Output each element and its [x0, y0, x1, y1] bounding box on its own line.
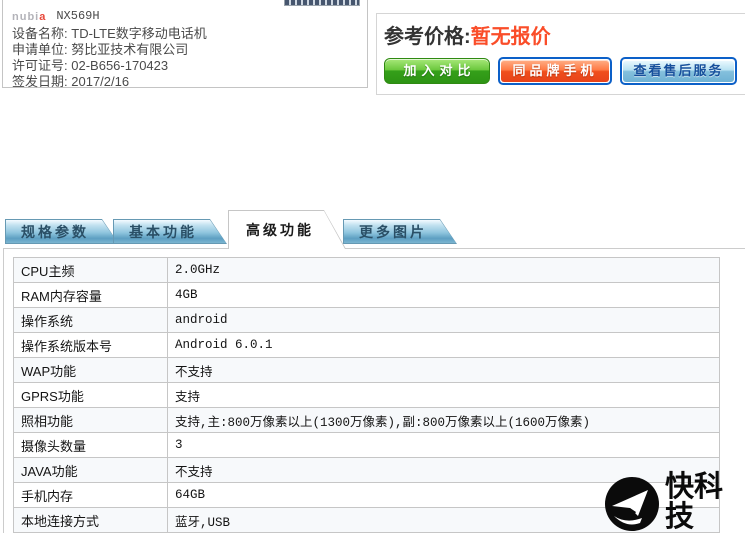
device-field-0: 设备名称: TD-LTE数字移动电话机: [12, 26, 357, 42]
spec-value: 2.0GHz: [168, 258, 720, 283]
table-row: WAP功能不支持: [14, 358, 720, 383]
price-panel: 参考价格:暂无报价 加入对比同品牌手机查看售后服务: [376, 13, 745, 95]
table-row: 摄像头数量3: [14, 433, 720, 458]
device-field-2: 许可证号: 02-B656-170423: [12, 58, 357, 74]
button-orange[interactable]: 同品牌手机: [498, 57, 612, 85]
kkj-watermark: 快科技 KKJ.CN: [604, 472, 745, 533]
tab-3-active[interactable]: 高级功能: [228, 210, 346, 249]
spec-label: 操作系统版本号: [14, 333, 168, 358]
spec-label: WAP功能: [14, 358, 168, 383]
tab-4[interactable]: 更多图片: [343, 219, 457, 244]
table-row: GPRS功能支持: [14, 383, 720, 408]
spec-label: 手机内存: [14, 483, 168, 508]
spec-label: CPU主频: [14, 258, 168, 283]
spec-label: 照相功能: [14, 408, 168, 433]
spec-value: 4GB: [168, 283, 720, 308]
table-row: 照相功能支持,主:800万像素以上(1300万像素),副:800万像素以上(16…: [14, 408, 720, 433]
action-buttons: 加入对比同品牌手机查看售后服务: [384, 57, 745, 85]
device-field-1: 申请单位: 努比亚技术有限公司: [12, 42, 357, 58]
paper-plane-icon: [604, 476, 660, 532]
price-value: 暂无报价: [471, 26, 551, 48]
table-row: 操作系统版本号Android 6.0.1: [14, 333, 720, 358]
spec-value: android: [168, 308, 720, 333]
spec-label: GPRS功能: [14, 383, 168, 408]
device-field-3: 签发日期: 2017/2/16: [12, 74, 357, 90]
tab-2[interactable]: 基本功能: [113, 219, 227, 244]
watermark-title: 快科技: [665, 472, 745, 532]
spec-value: 支持: [168, 383, 720, 408]
button-green[interactable]: 加入对比: [384, 58, 490, 84]
table-row: RAM内存容量4GB: [14, 283, 720, 308]
table-row: 操作系统android: [14, 308, 720, 333]
spec-label: 操作系统: [14, 308, 168, 333]
spec-label: 摄像头数量: [14, 433, 168, 458]
spec-value: 3: [168, 433, 720, 458]
spec-tab-strip: 规格参数基本功能高级功能更多图片: [0, 210, 745, 249]
device-model: NX569H: [56, 9, 99, 23]
watermark-text: 快科技 KKJ.CN: [665, 472, 745, 533]
tab-1[interactable]: 规格参数: [5, 219, 119, 244]
spec-label: 本地连接方式: [14, 508, 168, 533]
spec-label: RAM内存容量: [14, 283, 168, 308]
table-row: CPU主频2.0GHz: [14, 258, 720, 283]
cutoff-image-fragment: [284, 0, 360, 6]
button-blue[interactable]: 查看售后服务: [620, 57, 737, 85]
nubia-logo: nubia: [12, 11, 46, 23]
brand-row: nubia NX569H: [12, 7, 357, 23]
spec-value: 不支持: [168, 358, 720, 383]
device-info-panel: nubia NX569H 设备名称: TD-LTE数字移动电话机申请单位: 努比…: [2, 0, 368, 88]
device-fields: 设备名称: TD-LTE数字移动电话机申请单位: 努比亚技术有限公司许可证号: …: [12, 26, 357, 90]
spec-label: JAVA功能: [14, 458, 168, 483]
price-row: 参考价格:暂无报价: [384, 26, 745, 48]
spec-value: Android 6.0.1: [168, 333, 720, 358]
spec-value: 支持,主:800万像素以上(1300万像素),副:800万像素以上(1600万像…: [168, 408, 720, 433]
price-label: 参考价格:: [384, 26, 471, 48]
